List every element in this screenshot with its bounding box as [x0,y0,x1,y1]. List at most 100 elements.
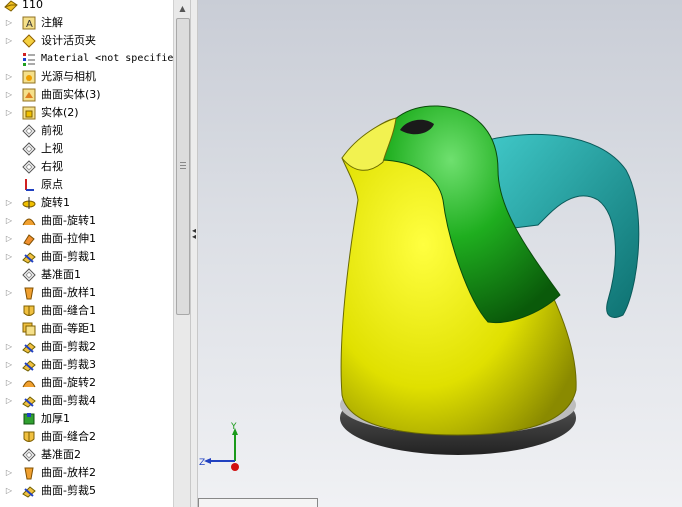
tree-vertical-scrollbar[interactable]: ▲ [173,0,191,507]
expand-icon[interactable]: ▷ [5,72,13,81]
expand-icon[interactable]: ▷ [5,90,13,99]
tree-item-label: 基准面2 [41,448,81,461]
expand-icon[interactable]: ▷ [5,378,13,387]
svg-text:A: A [26,19,33,30]
plane-icon [21,141,37,157]
tree-item[interactable]: 基准面1 [0,266,173,284]
surface-trim-icon [21,357,37,373]
tree-item-label: 曲面-剪裁1 [41,250,96,263]
tree-item[interactable]: 右视 [0,158,173,176]
expand-icon[interactable]: ▷ [5,468,13,477]
tree-item-label: 曲面-剪裁4 [41,394,96,407]
plane-icon [21,159,37,175]
scroll-thumb[interactable] [176,18,190,315]
plane-icon [21,123,37,139]
tree-item[interactable]: ▷ 光源与相机 [0,68,173,86]
expand-icon[interactable]: ▷ [5,486,13,495]
tree-item[interactable]: ▷ A 注解 [0,14,173,32]
tree-root-part[interactable]: 110 [0,0,173,14]
material-icon [21,51,37,67]
tree-item-label: 上视 [41,142,63,155]
tree-item[interactable]: 曲面-缝合2 [0,428,173,446]
tree-item-label: 曲面-缝合1 [41,304,96,317]
expand-icon[interactable]: ▷ [5,288,13,297]
surface-trim-icon [21,339,37,355]
tree-item[interactable]: ▷ 曲面-剪裁3 [0,356,173,374]
surface-bodies-icon [21,87,37,103]
expand-icon[interactable]: ▷ [5,360,13,369]
tree-item[interactable]: 曲面-缝合1 [0,302,173,320]
expand-icon[interactable]: ▷ [5,198,13,207]
surface-revolve-icon [21,375,37,391]
tree-item[interactable]: ▷ 曲面-剪裁5 [0,482,173,500]
surface-trim-icon [21,393,37,409]
expand-icon[interactable]: ▷ [5,18,13,27]
triad-y-label: Y [230,422,237,432]
feature-manager-tree: 110 ▷ A 注解 ▷ 设计活页夹 Material <not specified> ▷ 光… [0,0,173,507]
surface-loft-icon [21,465,37,481]
tree-item[interactable]: ▷ 旋转1 [0,194,173,212]
bottom-tab-bar[interactable] [198,498,318,507]
kettle-model [340,105,640,455]
part-name: 110 [22,0,43,11]
tree-item[interactable]: ▷ 实体(2) [0,104,173,122]
expand-icon[interactable]: ▷ [5,216,13,225]
tree-item[interactable]: 加厚1 [0,410,173,428]
tree-item[interactable]: ▷ 曲面-放样1 [0,284,173,302]
tree-item-label: 曲面-剪裁5 [41,484,96,497]
annotations-icon: A [21,15,37,31]
tree-item-label: 基准面1 [41,268,81,281]
triad-z-label: Z [199,458,205,468]
panel-splitter[interactable]: ◂ ◂ [190,0,198,507]
tree-item[interactable]: ▷ 曲面-旋转2 [0,374,173,392]
tree-item[interactable]: ▷ 曲面-放样2 [0,464,173,482]
tree-item[interactable]: ▷ 曲面-剪裁4 [0,392,173,410]
tree-item-label: 曲面-放样1 [41,286,96,299]
expand-icon[interactable]: ▷ [5,36,13,45]
tree-item[interactable]: ▷ 曲面-拉伸1 [0,230,173,248]
tree-item-label: 设计活页夹 [41,34,96,47]
expand-icon[interactable]: ▷ [5,342,13,351]
expand-icon[interactable]: ▷ [5,396,13,405]
surface-knit-icon [21,303,37,319]
expand-icon[interactable]: ▷ [5,234,13,243]
tree-item-label: 加厚1 [41,412,70,425]
lights-cameras-icon [21,69,37,85]
tree-item-label: 曲面-拉伸1 [41,232,96,245]
expand-icon[interactable]: ▷ [5,252,13,261]
tree-item[interactable]: ▷ 曲面-剪裁2 [0,338,173,356]
tree-item-label: 光源与相机 [41,70,96,83]
tree-item-label: 曲面-放样2 [41,466,96,479]
tree-item[interactable]: 上视 [0,140,173,158]
expand-icon[interactable]: ▷ [5,108,13,117]
tree-item[interactable]: ▷ 曲面实体(3) [0,86,173,104]
tree-item-label: 曲面-缝合2 [41,430,96,443]
tree-item[interactable]: 原点 [0,176,173,194]
surface-offset-icon [21,321,37,337]
origin-icon [21,177,37,193]
tree-item-label: 前视 [41,124,63,137]
tree-item[interactable]: 前视 [0,122,173,140]
tree-item-label: 曲面-旋转2 [41,376,96,389]
splitter-grip-icon: ◂ ◂ [192,226,197,241]
tree-item[interactable]: Material <not specified> [0,50,173,68]
surface-trim-icon [21,249,37,265]
tree-item-label: 曲面实体(3) [41,88,101,101]
surface-trim-icon [21,483,37,499]
design-binder-icon [21,33,37,49]
tree-item[interactable]: 曲面-等距1 [0,320,173,338]
tree-item[interactable]: ▷ 曲面-旋转1 [0,212,173,230]
graphics-viewport[interactable]: Y Z [198,0,682,507]
tree-item-label: 曲面-剪裁3 [41,358,96,371]
tree-item-label: Material <not specified> [41,53,173,64]
scroll-up-arrow[interactable]: ▲ [174,0,191,17]
plane-icon [21,447,37,463]
tree-item[interactable]: ▷ 设计活页夹 [0,32,173,50]
tree-item[interactable]: 基准面2 [0,446,173,464]
revolve-icon [21,195,37,211]
solid-bodies-icon [21,105,37,121]
tree-item-label: 右视 [41,160,63,173]
tree-item-label: 旋转1 [41,196,70,209]
surface-loft-icon [21,285,37,301]
tree-item[interactable]: ▷ 曲面-剪裁1 [0,248,173,266]
